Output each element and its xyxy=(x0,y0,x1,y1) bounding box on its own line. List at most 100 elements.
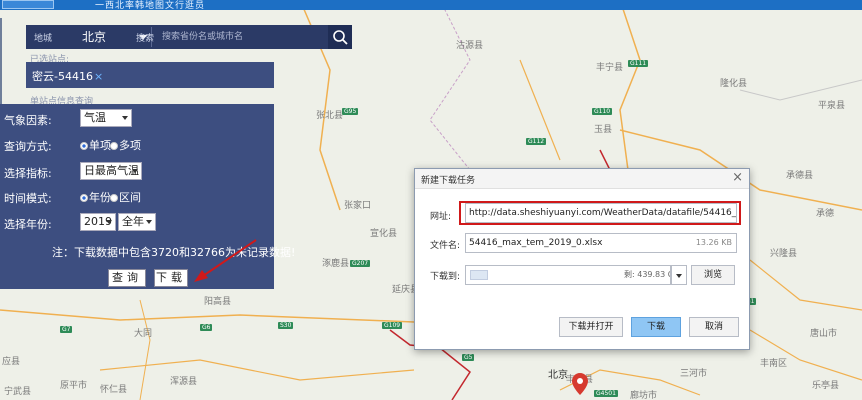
file-size: 13.26 KB xyxy=(695,238,732,247)
location-pin-icon[interactable] xyxy=(572,373,588,400)
search-icon xyxy=(333,30,348,45)
download-data-button[interactable]: 下载 xyxy=(154,269,188,287)
metric-label: 选择指标: xyxy=(4,167,52,180)
map-place-label: 唐山市 xyxy=(810,329,838,339)
map-place-label: 丰宁县 xyxy=(596,63,624,73)
time-mode-label: 时间模式: xyxy=(4,192,52,205)
road-badge: G95 xyxy=(342,108,359,115)
road-badge: G207 xyxy=(350,260,371,267)
search-input[interactable] xyxy=(162,27,324,47)
time-range-label: 区间 xyxy=(119,191,141,204)
map-place-label: 平泉县 xyxy=(818,101,846,111)
map-place-label: 怀仁县 xyxy=(100,385,128,395)
site-slogan: 一西北率韩地图文行逛员 xyxy=(95,1,206,10)
map-place-label: 张北县 xyxy=(316,111,344,121)
browse-button[interactable]: 浏览 xyxy=(691,265,735,285)
year-label: 选择年份: xyxy=(4,218,52,231)
free-space: 剩: 439.83 GB xyxy=(624,270,670,279)
map-place-label: 隆化县 xyxy=(720,79,748,89)
filename-label: 文件名: xyxy=(430,241,461,251)
download-open-button[interactable]: 下载并打开 xyxy=(559,317,623,337)
metric-value: 日最高气温 xyxy=(84,164,139,177)
road-badge: G6 xyxy=(200,324,213,331)
period-value: 全年 xyxy=(122,215,144,228)
url-highlight-box xyxy=(459,201,741,225)
download-button[interactable]: 下载 xyxy=(631,317,681,337)
map-place-label: 阳高县 xyxy=(204,297,232,307)
chevron-down-icon xyxy=(122,116,128,120)
map-place-label: 乐亭县 xyxy=(812,381,840,391)
year-select[interactable]: 2019 xyxy=(80,213,116,231)
map-place-label: 北京 xyxy=(548,370,568,381)
road-badge: G110 xyxy=(592,108,613,115)
element-label: 气象因素: xyxy=(4,114,52,127)
chevron-down-icon xyxy=(132,169,138,173)
cancel-button[interactable]: 取消 xyxy=(689,317,739,337)
query-button[interactable]: 查询 xyxy=(108,269,146,287)
radio-unchecked-icon xyxy=(110,142,118,150)
url-label: 网址: xyxy=(430,212,452,222)
download-dialog: 新建下载任务 × 网址: http://data.sheshiyuanyi.co… xyxy=(414,168,750,350)
map-place-label: 原平市 xyxy=(60,381,88,391)
map-place-label: 宁武县 xyxy=(4,387,32,397)
map-place-label: 丰南区 xyxy=(760,359,788,369)
element-value: 气温 xyxy=(84,111,106,124)
chevron-down-icon xyxy=(106,220,112,224)
period-select[interactable]: 全年 xyxy=(118,213,156,231)
station-tag[interactable]: 密云-54416× xyxy=(32,68,103,84)
map-place-label: 沽源县 xyxy=(456,41,484,51)
top-banner: 一西北率韩地图文行逛员 xyxy=(0,0,862,10)
chevron-down-icon xyxy=(146,220,152,224)
map-place-label: 承德 xyxy=(816,209,835,219)
zoom-control[interactable] xyxy=(0,18,8,108)
map-place-label: 宣化县 xyxy=(370,229,398,239)
close-icon[interactable]: × xyxy=(94,70,103,83)
mode-multi-radio[interactable]: 多项 xyxy=(110,137,141,153)
road-badge: G112 xyxy=(526,138,547,145)
chevron-down-icon xyxy=(676,274,682,278)
selected-stations-box: 密云-54416× xyxy=(26,62,274,88)
station-tag-label: 密云-54416 xyxy=(32,70,93,83)
site-logo xyxy=(2,0,54,9)
map-place-label: 承德县 xyxy=(786,171,814,181)
saveto-label: 下载到: xyxy=(430,272,461,282)
road-badge: G5 xyxy=(462,354,475,361)
radio-checked-icon xyxy=(80,142,88,150)
metric-select[interactable]: 日最高气温 xyxy=(80,162,142,180)
map-place-label: 玉县 xyxy=(594,125,613,135)
search-button[interactable] xyxy=(328,25,352,49)
map-place-label: 浑源县 xyxy=(170,377,198,387)
road-badge: G7 xyxy=(60,326,73,333)
map-place-label: 张家口 xyxy=(344,201,372,211)
map-place-label: 大同 xyxy=(134,329,153,339)
mode-single-label: 单项 xyxy=(89,139,111,152)
annotation-arrow-icon xyxy=(194,239,257,282)
road-badge: S30 xyxy=(278,322,294,329)
dialog-titlebar[interactable]: 新建下载任务 × xyxy=(415,169,749,189)
search-label: 搜索 xyxy=(136,34,155,44)
road-badge: G111 xyxy=(628,60,649,67)
map-place-label: 三河市 xyxy=(680,369,708,379)
map-place-label: 应县 xyxy=(2,357,21,367)
filename-field[interactable]: 54416_max_tem_2019_0.xlsx 13.26 KB xyxy=(465,233,737,253)
mode-single-radio[interactable]: 单项 xyxy=(80,137,111,153)
search-bar: 地城 北京 搜索 xyxy=(26,25,352,49)
filename-value: 54416_max_tem_2019_0.xlsx xyxy=(469,238,603,248)
city-label: 地城 xyxy=(34,34,53,44)
time-year-radio[interactable]: 年份 xyxy=(80,189,111,205)
road-badge: G109 xyxy=(382,322,403,329)
time-year-label: 年份 xyxy=(89,191,111,204)
saveto-field[interactable]: 剩: 439.83 GB xyxy=(465,265,671,285)
mode-label: 查询方式: xyxy=(4,140,52,153)
element-select[interactable]: 气温 xyxy=(80,109,132,127)
dialog-title: 新建下载任务 xyxy=(421,176,476,186)
saveto-dropdown[interactable] xyxy=(671,265,687,285)
city-value: 北京 xyxy=(82,30,107,44)
map-place-label: 廊坊市 xyxy=(630,391,658,400)
radio-unchecked-icon xyxy=(110,194,118,202)
time-range-radio[interactable]: 区间 xyxy=(110,189,141,205)
map-place-label: 涿鹿县 xyxy=(322,259,350,269)
map-place-label: 兴隆县 xyxy=(770,249,798,259)
folder-icon xyxy=(470,270,488,280)
close-button[interactable]: × xyxy=(732,170,743,185)
